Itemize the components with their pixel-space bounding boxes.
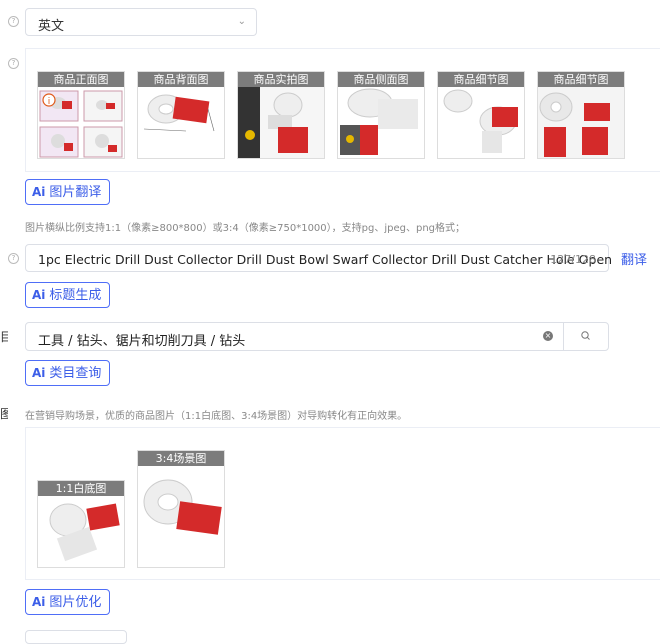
product-photo — [49, 503, 120, 562]
image-optimize-button[interactable]: Ai 图片优化 — [25, 589, 111, 615]
clear-icon[interactable]: × — [543, 331, 553, 341]
image-requirements-hint: 图片横纵比例支持1:1（像素≥800*800）或3:4（像素≥750*1000）… — [25, 223, 466, 234]
title-char-count: 127/128 — [550, 253, 596, 266]
image-thumb-detail[interactable]: 商品细节图 — [437, 71, 525, 159]
image-thumb-back[interactable]: 商品背面图 — [137, 71, 225, 159]
next-field-partial[interactable] — [25, 630, 127, 644]
title-generate-label: 标题生成 — [49, 288, 102, 303]
thumb-label: 商品细节图 — [438, 72, 524, 87]
image-optimize-label: 图片优化 — [49, 595, 102, 610]
thumb-label: 1:1白底图 — [38, 481, 124, 496]
marketing-field-label: 图 — [0, 407, 8, 421]
thumb-label: 3:4场景图 — [138, 451, 224, 466]
ai-icon: Ai — [32, 366, 46, 380]
marketing-thumb-white-bg[interactable]: 1:1白底图 — [37, 480, 125, 568]
marketing-thumb-scene[interactable]: 3:4场景图 — [137, 450, 225, 568]
category-query-label: 类目查询 — [49, 366, 102, 381]
search-button[interactable] — [564, 323, 609, 350]
language-select[interactable]: 英文 ⌄ — [25, 8, 257, 36]
title-generate-button[interactable]: Ai 标题生成 — [25, 282, 111, 308]
thumb-label: 商品背面图 — [138, 72, 224, 87]
image-thumb-side[interactable]: 商品侧面图 — [337, 71, 425, 159]
image-thumb-front[interactable]: 商品正面图 i — [37, 71, 125, 159]
thumb-label: 商品正面图 — [38, 72, 124, 87]
title-translate-link[interactable]: 翻译 — [621, 249, 647, 268]
image-translate-button[interactable]: Ai 图片翻译 — [25, 179, 111, 205]
image-thumb-detail-2[interactable]: 商品细节图 — [537, 71, 625, 159]
help-icon[interactable]: ? — [8, 253, 19, 264]
thumb-label: 商品侧面图 — [338, 72, 424, 87]
thumb-label: 商品细节图 — [538, 72, 624, 87]
product-photo — [340, 88, 418, 155]
image-translate-label: 图片翻译 — [49, 185, 102, 200]
product-photo — [143, 94, 215, 132]
help-icon[interactable]: ? — [8, 58, 19, 69]
ai-icon: Ai — [32, 595, 46, 609]
search-icon — [581, 331, 590, 340]
category-field-label: 目 — [0, 330, 8, 344]
product-photo — [538, 87, 624, 158]
language-select-value: 英文 — [38, 19, 65, 34]
product-photo — [443, 89, 518, 153]
image-thumb-real[interactable]: 商品实拍图 — [237, 71, 325, 159]
title-input-value: 1pc Electric Drill Dust Collector Drill … — [38, 252, 613, 267]
ai-icon: Ai — [32, 288, 46, 302]
category-query-button[interactable]: Ai 类目查询 — [25, 360, 111, 386]
category-input[interactable]: 工具 / 钻头、锯片和切削刀具 / 钻头 × — [25, 322, 609, 351]
title-input[interactable]: 1pc Electric Drill Dust Collector Drill … — [25, 244, 613, 272]
product-photo: i — [39, 90, 123, 158]
product-photo — [238, 87, 324, 158]
ai-icon: Ai — [32, 185, 46, 199]
marketing-hint: 在营销导购场景，优质的商品图片（1:1白底图、3:4场景图）对导购转化有正向效果… — [25, 411, 408, 422]
svg-text:i: i — [48, 97, 51, 107]
category-input-value: 工具 / 钻头、锯片和切削刀具 / 钻头 — [38, 334, 246, 349]
thumb-label: 商品实拍图 — [238, 72, 324, 87]
help-icon[interactable]: ? — [8, 16, 19, 27]
chevron-down-icon: ⌄ — [237, 16, 246, 27]
product-photo — [143, 479, 222, 535]
